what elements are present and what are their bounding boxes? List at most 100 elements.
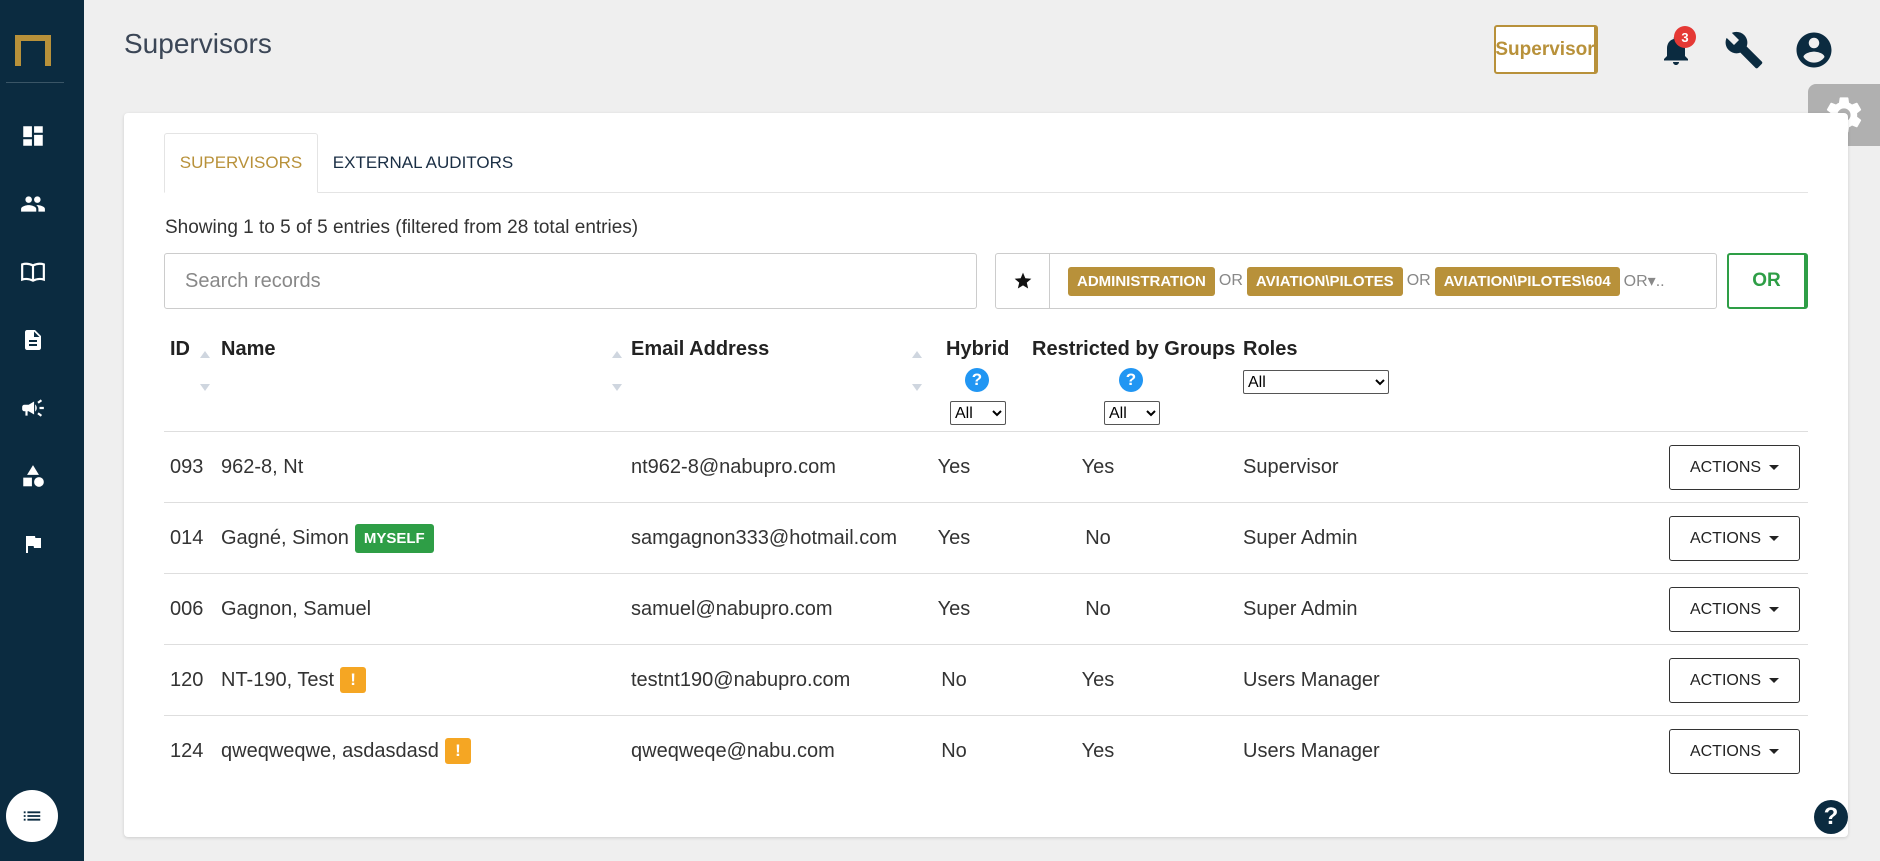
filter-chips: ADMINISTRATION OR AVIATION\PILOTES OR AV… (1050, 266, 1669, 296)
column-header-roles: Roles (1243, 338, 1298, 360)
hybrid-filter-select[interactable]: All (950, 401, 1006, 425)
hybrid-help-icon[interactable]: ? (965, 368, 989, 392)
row-restricted: Yes (1081, 739, 1115, 762)
row-email: samuel@nabupro.com (631, 597, 833, 620)
or-separator: OR (1218, 272, 1243, 289)
caret-down-icon (1769, 465, 1780, 470)
role-switch-button[interactable]: Supervisor (1494, 25, 1598, 74)
sort-name[interactable] (612, 351, 622, 391)
shapes-icon[interactable] (17, 460, 49, 492)
filter-chip[interactable]: AVIATION\PILOTES\604 (1434, 266, 1620, 296)
actions-button[interactable]: ACTIONS (1669, 729, 1800, 774)
row-hybrid: Yes (937, 597, 971, 620)
row-name: Gagnon, Samuel (221, 574, 371, 644)
table-row: 006 Gagnon, Samuel samuel@nabupro.com Ye… (164, 574, 1808, 645)
document-icon[interactable] (17, 324, 49, 356)
sort-id[interactable] (200, 351, 210, 391)
list-icon[interactable] (6, 790, 58, 842)
actions-label: ACTIONS (1689, 742, 1762, 760)
dashboard-icon[interactable] (17, 120, 49, 152)
row-hybrid: Yes (937, 455, 971, 478)
actions-label: ACTIONS (1689, 600, 1762, 618)
page-title: Supervisors (124, 28, 272, 59)
tab-supervisors[interactable]: SUPERVISORS (164, 133, 318, 193)
row-name-text: qweqweqwe, asdasdasd (221, 739, 439, 762)
wrench-icon[interactable] (1722, 28, 1766, 72)
help-icon[interactable]: ? (1814, 800, 1848, 834)
star-icon[interactable] (996, 254, 1050, 308)
warning-icon[interactable]: ! (444, 738, 471, 764)
row-id: 006 (170, 597, 204, 620)
row-email: testnt190@nabupro.com (631, 668, 851, 691)
column-header-restricted: Restricted by Groups (1032, 338, 1236, 360)
row-name-text: Gagnon, Samuel (221, 597, 372, 620)
table-row: 093 962-8, Nt nt962-8@nabupro.com Yes Ye… (164, 432, 1808, 503)
megaphone-icon[interactable] (17, 392, 49, 424)
caret-down-icon (1769, 607, 1780, 612)
actions-label: ACTIONS (1689, 671, 1762, 689)
row-restricted: Yes (1081, 455, 1115, 478)
filter-overflow[interactable]: OR▾.. (1624, 271, 1665, 291)
row-restricted: No (1085, 597, 1111, 620)
row-name: NT-190, Test! (221, 645, 367, 715)
row-id: 124 (170, 739, 204, 762)
notification-count-badge: 3 (1674, 26, 1696, 48)
row-role: Users Manager (1243, 739, 1380, 762)
filter-chip[interactable]: ADMINISTRATION (1068, 266, 1215, 296)
caret-down-icon (1769, 536, 1780, 541)
row-hybrid: Yes (937, 526, 971, 549)
row-hybrid: No (941, 668, 967, 691)
row-hybrid: No (941, 739, 967, 762)
row-name: 962-8, Nt (221, 432, 303, 502)
actions-button[interactable]: ACTIONS (1669, 445, 1800, 490)
row-id: 120 (170, 668, 204, 691)
row-id: 014 (170, 526, 204, 549)
row-id: 093 (170, 455, 204, 478)
account-icon[interactable] (1792, 28, 1836, 72)
flag-icon[interactable] (17, 528, 49, 560)
row-email: nt962-8@nabupro.com (631, 455, 836, 478)
group-filter[interactable]: ADMINISTRATION OR AVIATION\PILOTES OR AV… (995, 253, 1717, 309)
row-name: Gagné, Simon MYSELF (221, 503, 434, 573)
restricted-help-icon[interactable]: ? (1119, 368, 1143, 392)
search-input[interactable] (164, 253, 977, 309)
row-name: qweqweqwe, asdasdasd! (221, 716, 471, 786)
row-role: Super Admin (1243, 526, 1358, 549)
supervisors-card: SUPERVISORS EXTERNAL AUDITORS Showing 1 … (124, 113, 1848, 837)
actions-button[interactable]: ACTIONS (1669, 587, 1800, 632)
warning-icon[interactable]: ! (340, 667, 367, 693)
row-role: Users Manager (1243, 668, 1380, 691)
sort-email[interactable] (912, 351, 922, 391)
restricted-filter-select[interactable]: All (1104, 401, 1160, 425)
row-name-text: Gagné, Simon (221, 526, 349, 549)
row-email: qweqweqe@nabu.com (631, 739, 835, 762)
or-separator: OR (1406, 272, 1431, 289)
row-role: Supervisor (1243, 455, 1339, 478)
actions-button[interactable]: ACTIONS (1669, 516, 1800, 561)
app-logo[interactable] (14, 30, 54, 70)
tab-external-auditors[interactable]: EXTERNAL AUDITORS (318, 133, 528, 193)
sidebar-divider (6, 82, 64, 83)
row-name-text: NT-190, Test (221, 668, 335, 691)
table-row: 014 Gagné, Simon MYSELF samgagnon333@hotm… (164, 503, 1808, 574)
column-header-id[interactable]: ID (170, 338, 190, 361)
sidebar (0, 0, 84, 861)
book-icon[interactable] (17, 256, 49, 288)
column-header-email[interactable]: Email Address (631, 338, 769, 361)
row-role: Super Admin (1243, 597, 1358, 620)
table-row: 120 NT-190, Test! testnt190@nabupro.com … (164, 645, 1808, 716)
actions-label: ACTIONS (1689, 529, 1762, 547)
tab-bar: SUPERVISORS EXTERNAL AUDITORS (164, 133, 1808, 193)
roles-filter-select[interactable]: All (1243, 370, 1389, 394)
column-header-name[interactable]: Name (221, 338, 275, 361)
users-icon[interactable] (17, 188, 49, 220)
row-restricted: Yes (1081, 668, 1115, 691)
actions-button[interactable]: ACTIONS (1669, 658, 1800, 703)
actions-label: ACTIONS (1689, 458, 1762, 476)
filter-chip[interactable]: AVIATION\PILOTES (1246, 266, 1403, 296)
row-name-text: 962-8, Nt (221, 455, 304, 478)
caret-down-icon (1769, 678, 1780, 683)
entries-summary: Showing 1 to 5 of 5 entries (filtered fr… (165, 217, 639, 238)
filter-mode-button[interactable]: OR (1727, 253, 1808, 309)
column-header-hybrid: Hybrid (946, 338, 1010, 360)
